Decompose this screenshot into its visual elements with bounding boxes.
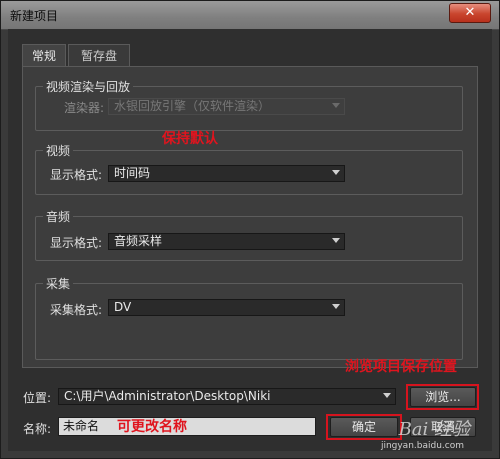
capture-group: 采集 xyxy=(35,275,463,360)
close-button[interactable]: ✕ xyxy=(449,3,491,23)
renderer-label: 渲染器: xyxy=(64,101,105,115)
keep-default-annotation: 保持默认 xyxy=(162,131,218,147)
audio-group-title: 音频 xyxy=(43,208,74,225)
close-icon: ✕ xyxy=(464,5,476,20)
audio-display-format-select[interactable]: 音频采样 xyxy=(108,233,345,250)
playback-group-title: 视频渲染与回放 xyxy=(43,78,134,95)
tab-scratch-disks[interactable]: 暂存盘 xyxy=(68,44,130,66)
chevron-down-icon xyxy=(332,103,340,108)
location-value: C:\用户\Administrator\Desktop\Niki xyxy=(64,389,271,403)
watermark-url: jingyan.baidu.com xyxy=(380,441,464,451)
audio-display-format-value: 音频采样 xyxy=(114,234,163,248)
capture-group-title: 采集 xyxy=(43,275,74,292)
capture-format-value: DV xyxy=(114,300,132,314)
chevron-down-icon xyxy=(332,170,340,175)
location-label: 位置: xyxy=(23,391,52,405)
video-display-format-value: 时间码 xyxy=(114,166,151,180)
tab-general[interactable]: 常规 xyxy=(22,44,66,66)
ok-highlight-box xyxy=(326,414,402,440)
video-display-format-select[interactable]: 时间码 xyxy=(108,165,345,182)
browse-location-annotation: 浏览项目保存位置 xyxy=(345,359,457,375)
title-bar[interactable]: 新建项目 ✕ xyxy=(1,1,499,30)
video-group-title: 视频 xyxy=(43,142,74,159)
capture-format-select[interactable]: DV xyxy=(108,299,345,316)
rename-annotation: 可更改名称 xyxy=(117,419,187,435)
dialog-title: 新建项目 xyxy=(10,9,59,23)
baidu-jingyan-logo: Bai 经验 xyxy=(398,419,470,440)
renderer-value: 水银回放引擎（仅软件渲染） xyxy=(114,99,271,113)
name-label: 名称: xyxy=(23,422,52,436)
browse-highlight-box xyxy=(406,384,479,410)
video-display-format-label: 显示格式: xyxy=(50,168,103,182)
location-select[interactable]: C:\用户\Administrator\Desktop\Niki xyxy=(58,388,396,405)
project-name-value: 未命名 xyxy=(63,419,100,433)
chevron-down-icon xyxy=(383,393,391,398)
project-name-input[interactable]: 未命名 xyxy=(58,417,316,436)
audio-display-format-label: 显示格式: xyxy=(50,236,103,250)
capture-format-label: 采集格式: xyxy=(50,303,103,317)
renderer-select: 水银回放引擎（仅软件渲染） xyxy=(108,98,345,115)
chevron-down-icon xyxy=(332,304,340,309)
chevron-down-icon xyxy=(332,238,340,243)
